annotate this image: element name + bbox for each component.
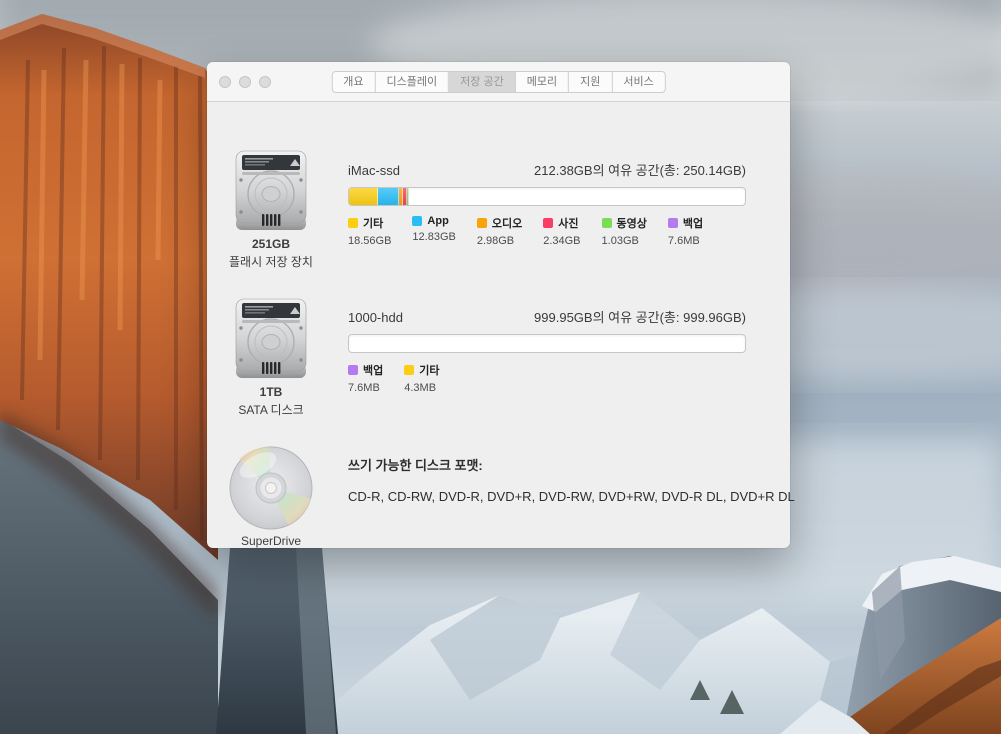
superdrive-name: SuperDrive: [207, 534, 335, 548]
legend-swatch-apps: [412, 216, 422, 226]
disk2-free-space: 999.95GB의 여유 공간(총: 999.96GB): [534, 307, 746, 326]
legend-value: 1.03GB: [602, 235, 647, 247]
legend-item: 동영상 1.03GB: [602, 215, 647, 247]
tab-support[interactable]: 지원: [569, 72, 612, 92]
legend-item: 기타 4.3MB: [404, 362, 439, 394]
disk1-icon-block: 251GB 플래시 저장 장치: [207, 150, 335, 270]
legend-item: 오디오 2.98GB: [477, 215, 522, 247]
legend-swatch-backups: [668, 218, 678, 228]
disk2-details: 1000-hdd 999.95GB의 여유 공간(총: 999.96GB) 백업…: [348, 307, 746, 394]
disk2-type-label: SATA 디스크: [207, 401, 335, 418]
legend-label: 백업: [363, 362, 383, 378]
optical-disc-icon: [228, 445, 314, 531]
window-titlebar[interactable]: 개요 디스플레이 저장 공간 메모리 지원 서비스: [207, 62, 790, 102]
legend-item: 백업 7.6MB: [348, 362, 383, 394]
legend-item: 사진 2.34GB: [543, 215, 580, 247]
legend-label: 사진: [558, 215, 578, 231]
legend-swatch-backups: [348, 365, 358, 375]
legend-value: 2.98GB: [477, 235, 522, 247]
hard-drive-icon: [233, 298, 309, 382]
desktop: 개요 디스플레이 저장 공간 메모리 지원 서비스 251GB 플래시 저장 장…: [0, 0, 1001, 734]
legend-value: 12.83GB: [412, 231, 455, 243]
minimize-button[interactable]: [239, 76, 251, 88]
tab-displays[interactable]: 디스플레이: [376, 72, 450, 92]
tab-service[interactable]: 서비스: [612, 72, 664, 92]
storage-panel: 251GB 플래시 저장 장치 iMac-ssd 212.38GB의 여유 공간…: [207, 102, 790, 549]
storage-segment: [378, 188, 398, 205]
disk2-icon-block: 1TB SATA 디스크: [207, 298, 335, 418]
disk1-type-label: 플래시 저장 장치: [207, 253, 335, 270]
storage-segment: [407, 188, 409, 205]
legend-value: 4.3MB: [404, 382, 439, 394]
disk2-capacity-label: 1TB: [207, 385, 335, 399]
disk2-name: 1000-hdd: [348, 310, 403, 325]
disk2-usage-bar: [348, 334, 746, 353]
tab-overview[interactable]: 개요: [332, 72, 375, 92]
close-button[interactable]: [219, 76, 231, 88]
writable-formats-list: CD-R, CD-RW, DVD-R, DVD+R, DVD-RW, DVD+R…: [348, 489, 746, 504]
legend-label: 오디오: [492, 215, 522, 231]
legend-value: 7.6MB: [348, 382, 383, 394]
tab-storage[interactable]: 저장 공간: [449, 72, 516, 92]
disk1-details: iMac-ssd 212.38GB의 여유 공간(총: 250.14GB) 기타…: [348, 160, 746, 247]
legend-value: 18.56GB: [348, 235, 391, 247]
traffic-lights: [219, 76, 271, 88]
superdrive-icon-block: SuperDrive: [207, 445, 335, 548]
writable-formats-heading: 쓰기 가능한 디스크 포맷:: [348, 455, 746, 474]
legend-swatch-other: [404, 365, 414, 375]
disk1-capacity-label: 251GB: [207, 237, 335, 251]
legend-swatch-audio: [477, 218, 487, 228]
legend-value: 7.6MB: [668, 235, 703, 247]
legend-label: App: [427, 215, 448, 227]
superdrive-details: 쓰기 가능한 디스크 포맷: CD-R, CD-RW, DVD-R, DVD+R…: [348, 455, 746, 504]
legend-item: 기타 18.56GB: [348, 215, 391, 247]
legend-label: 동영상: [617, 215, 647, 231]
disk1-name: iMac-ssd: [348, 163, 400, 178]
storage-segment: [349, 188, 378, 205]
legend-swatch-movies: [602, 218, 612, 228]
legend-label: 기타: [363, 215, 383, 231]
hard-drive-icon: [233, 150, 309, 234]
legend-value: 2.34GB: [543, 235, 580, 247]
legend-label: 기타: [419, 362, 439, 378]
disk1-usage-bar: [348, 187, 746, 206]
disk1-free-space: 212.38GB의 여유 공간(총: 250.14GB): [534, 160, 746, 179]
about-this-mac-window: 개요 디스플레이 저장 공간 메모리 지원 서비스 251GB 플래시 저장 장…: [207, 62, 790, 548]
legend-swatch-other: [348, 218, 358, 228]
zoom-button[interactable]: [259, 76, 271, 88]
disk2-legend: 백업 7.6MB 기타 4.3MB: [348, 362, 746, 394]
disk1-legend: 기타 18.56GB App 12.83GB 오디오 2.98GB 사진 2.3…: [348, 215, 746, 247]
legend-swatch-photos: [543, 218, 553, 228]
legend-item: App 12.83GB: [412, 215, 455, 247]
legend-label: 백업: [683, 215, 703, 231]
legend-item: 백업 7.6MB: [668, 215, 703, 247]
tab-memory[interactable]: 메모리: [516, 72, 569, 92]
tab-bar: 개요 디스플레이 저장 공간 메모리 지원 서비스: [331, 71, 665, 93]
